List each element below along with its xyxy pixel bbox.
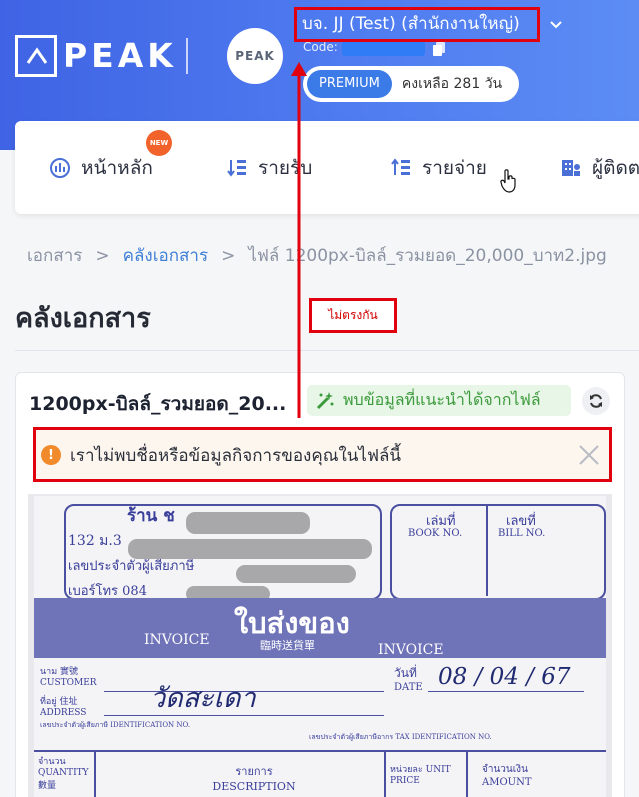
hand-cursor-icon — [500, 169, 518, 197]
receipt-shop-name: ร้าน ช — [127, 506, 175, 526]
magic-wand-icon — [316, 391, 334, 409]
chevron-down-icon[interactable] — [549, 15, 563, 34]
dashboard-icon — [50, 157, 70, 178]
receipt-bill-no-en: BILL NO. — [498, 528, 546, 539]
receipt-number-box — [390, 504, 606, 600]
receipt-invoice-left: INVOICE — [144, 632, 210, 648]
copy-icon[interactable] — [432, 41, 446, 61]
company-avatar-logo: PEAK — [235, 49, 275, 63]
receipt-col-description: รายการ DESCRIPTION — [212, 765, 296, 793]
suggestion-label: พบข้อมูลที่แนะนำได้จากไฟล์ — [343, 390, 541, 409]
peak-logo[interactable]: PEAK — [15, 35, 177, 77]
main-nav: หน้าหลัก รายรับ รายจ่าย ผู้ติดต — [15, 121, 639, 214]
receipt-customer-label: นาม 實號 CUSTOMER — [40, 667, 97, 688]
nav-item-expense[interactable]: รายจ่าย — [390, 121, 487, 214]
receipt-handwritten-date: 08 / 04 / 67 — [438, 664, 571, 690]
income-icon — [227, 159, 246, 177]
receipt-address: 132 ม.3 — [68, 533, 122, 549]
receipt-table-col — [94, 750, 96, 797]
title-divider — [15, 350, 639, 351]
receipt-col-amount: จำนวนเงิน AMOUNT — [482, 764, 532, 788]
receipt-table-col — [384, 750, 386, 797]
receipt-paper: ร้าน ช 132 ม.3 เลขประจำตัวผู้เสียภาษี เบ… — [34, 496, 606, 797]
breadcrumb-separator: > — [221, 246, 236, 266]
redaction-blur — [186, 512, 310, 534]
receipt-table-col — [466, 750, 468, 797]
peak-logo-mark — [15, 35, 57, 77]
receipt-address-label: ที่อยู่ 住址 ADDRESS — [40, 697, 87, 718]
nav-label-contacts: ผู้ติดต — [592, 156, 639, 179]
receipt-id-label: เลขประจำตัวผู้เสียภาษี IDENTIFICATION NO… — [40, 721, 191, 729]
header-divider — [186, 38, 188, 74]
page-title: คลังเอกสาร — [15, 303, 151, 334]
refresh-icon — [590, 394, 602, 408]
receipt-col-quantity: จำนวน QUANTITY 數量 — [38, 757, 89, 791]
annotation-mismatch-label: ไม่ตรงกัน — [309, 298, 397, 333]
receipt-image-preview[interactable]: ร้าน ช 132 ม.3 เลขประจำตัวผู้เสียภาษี เบ… — [28, 494, 612, 797]
suggestion-badge[interactable]: พบข้อมูลที่แนะนำได้จากไฟล์ — [307, 385, 571, 416]
company-avatar[interactable]: PEAK — [227, 28, 283, 84]
breadcrumb-separator: > — [95, 246, 110, 266]
receipt-date-label-th: วันที่ — [394, 666, 417, 680]
receipt-col-unit-price: หน่วยละ UNIT PRICE — [390, 765, 451, 786]
receipt-title-cn: 臨時送貨單 — [260, 639, 315, 652]
breadcrumb-document-library[interactable]: คลังเอกสาร — [123, 246, 208, 266]
new-badge: NEW — [146, 130, 172, 156]
file-name: 1200px-บิลล์_รวมยอด_20... — [29, 393, 287, 415]
receipt-tax-label: เลขประจำตัวผู้เสียภาษีอากร TAX IDENTIFIC… — [309, 733, 492, 741]
nav-item-home[interactable]: หน้าหลัก — [49, 121, 153, 214]
refresh-button[interactable] — [582, 387, 610, 415]
annotation-arrow — [291, 62, 307, 418]
premium-badge: PREMIUM — [307, 70, 392, 98]
peak-logo-text: PEAK — [63, 36, 177, 75]
nav-label-home: หน้าหลัก — [81, 156, 153, 179]
receipt-book-no-en: BOOK NO. — [408, 528, 463, 539]
plan-status-pill[interactable]: PREMIUM คงเหลือ 281 วัน — [303, 66, 519, 102]
remaining-days: คงเหลือ 281 วัน — [401, 76, 503, 92]
nav-item-contacts[interactable]: ผู้ติดต — [560, 121, 639, 214]
breadcrumb-documents[interactable]: เอกสาร — [27, 246, 82, 266]
receipt-table-top — [34, 750, 606, 752]
redaction-blur — [236, 565, 356, 583]
company-code-redacted — [342, 41, 425, 56]
receipt-invoice-right: INVOICE — [378, 642, 444, 658]
breadcrumb: เอกสาร > คลังเอกสาร > ไฟล์ 1200px-บิลล์_รวมย… — [27, 242, 607, 269]
receipt-handwritten-customer: วัดสะเดา — [150, 683, 256, 714]
company-code-label: Code: — [303, 40, 338, 54]
receipt-divider — [486, 506, 488, 596]
redaction-blur — [128, 539, 372, 559]
annotation-warning-box — [33, 427, 612, 482]
receipt-rule — [428, 691, 584, 692]
expense-icon — [391, 157, 410, 175]
annotation-company-box — [294, 7, 540, 42]
receipt-date-label-en: DATE — [394, 682, 423, 693]
nav-label-expense: รายจ่าย — [422, 156, 487, 179]
contacts-icon — [562, 159, 580, 176]
